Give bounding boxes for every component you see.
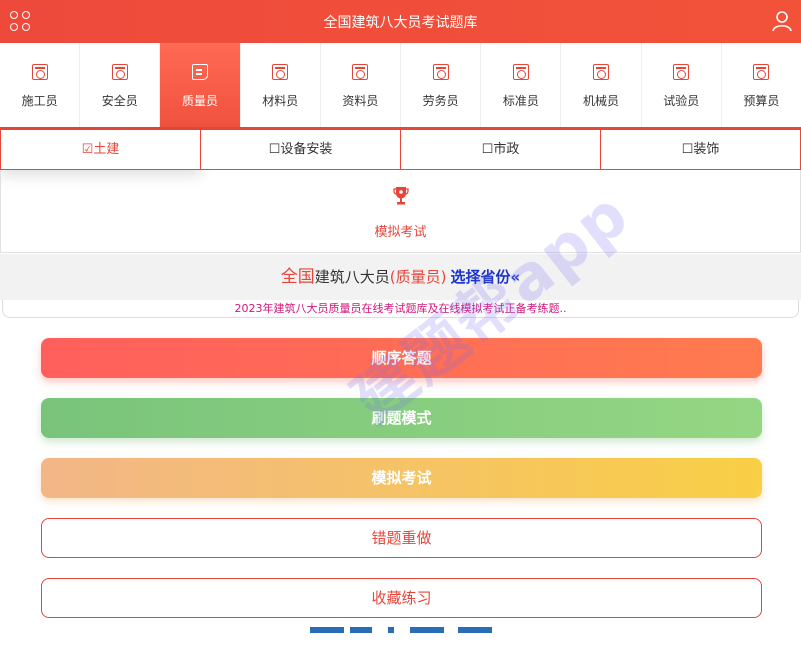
role-label: 质量员 — [182, 94, 219, 108]
user-icon[interactable] — [771, 10, 793, 32]
drill-mode-button[interactable]: 刷题模式 — [41, 398, 762, 438]
role-label: 安全员 — [101, 94, 138, 108]
exam-name: 建筑八大员 — [314, 268, 390, 286]
role-icon — [432, 64, 449, 80]
role-name: (质量员) — [389, 268, 447, 286]
category-tab-shebei[interactable]: ☐设备安装 — [201, 129, 401, 170]
role-tab-shigongyuan[interactable]: 施工员 — [0, 43, 81, 127]
role-icon — [352, 64, 369, 80]
app-header: 全国建筑八大员考试题库 — [0, 0, 801, 43]
role-label: 标准员 — [502, 94, 539, 108]
trophy-icon — [393, 187, 409, 205]
role-icon — [111, 64, 128, 80]
role-tab-jixieyuan[interactable]: 机械员 — [561, 43, 642, 127]
category-tabs: ☑土建 ☐设备安装 ☐市政 ☐装饰 — [0, 129, 801, 170]
category-tab-shizheng[interactable]: ☐市政 — [401, 129, 601, 170]
role-tabs: 施工员 安全员 质量员 材料员 资料员 劳务员 标准员 机械员 试验员 预算员 — [0, 43, 801, 129]
role-icon — [31, 64, 48, 80]
notice-text: 2023年建筑八大员质量员在线考试题库及在线模拟考试正备考练题.. — [2, 300, 799, 318]
role-tab-yusuanyuan[interactable]: 预算员 — [722, 43, 801, 127]
mock-exam-shortcut[interactable]: 模拟考试 — [0, 170, 801, 253]
role-tab-biaozhunyuan[interactable]: 标准员 — [481, 43, 562, 127]
category-tab-zhuangshi[interactable]: ☐装饰 — [601, 129, 801, 170]
role-icon — [673, 64, 690, 80]
app-page: 全国建筑八大员考试题库 施工员 安全员 质量员 材料员 资料员 劳务员 标准员 … — [0, 0, 801, 672]
role-icon — [593, 64, 610, 80]
role-tab-zhiliangyuan[interactable]: 质量员 — [160, 43, 241, 127]
favorites-practice-button[interactable]: 收藏练习 — [41, 578, 762, 618]
role-tab-anquanyuan[interactable]: 安全员 — [80, 43, 161, 127]
app-title: 全国建筑八大员考试题库 — [323, 15, 478, 31]
mock-exam-button[interactable]: 模拟考试 — [41, 458, 762, 498]
role-label: 施工员 — [21, 94, 58, 108]
sequential-answer-button[interactable]: 顺序答题 — [41, 338, 762, 378]
role-tab-cailiaoyuan[interactable]: 材料员 — [241, 43, 321, 127]
role-label: 资料员 — [342, 94, 379, 108]
role-icon — [272, 64, 289, 80]
role-label: 材料员 — [262, 94, 299, 108]
edit-document-icon — [192, 64, 208, 80]
role-label: 机械员 — [583, 94, 620, 108]
scope-text: 全国 — [280, 267, 315, 287]
mock-exam-label: 模拟考试 — [374, 225, 427, 240]
role-label: 试验员 — [663, 94, 700, 108]
redo-mistakes-button[interactable]: 错题重做 — [41, 518, 762, 558]
role-tab-shiyanyuan[interactable]: 试验员 — [642, 43, 722, 127]
role-tab-ziliaoyuan[interactable]: 资料员 — [321, 43, 402, 127]
role-label: 劳务员 — [422, 94, 459, 108]
province-banner: 全国建筑八大员(质量员) 选择省份« — [0, 254, 801, 300]
select-province-link[interactable]: 选择省份« — [451, 268, 521, 286]
role-icon — [753, 64, 770, 80]
role-tab-laowuyuan[interactable]: 劳务员 — [401, 43, 482, 127]
category-tab-tujian[interactable]: ☑土建 — [0, 129, 201, 170]
bottom-image-partial — [310, 627, 492, 633]
role-label: 预算员 — [743, 94, 780, 108]
role-icon — [512, 64, 529, 80]
